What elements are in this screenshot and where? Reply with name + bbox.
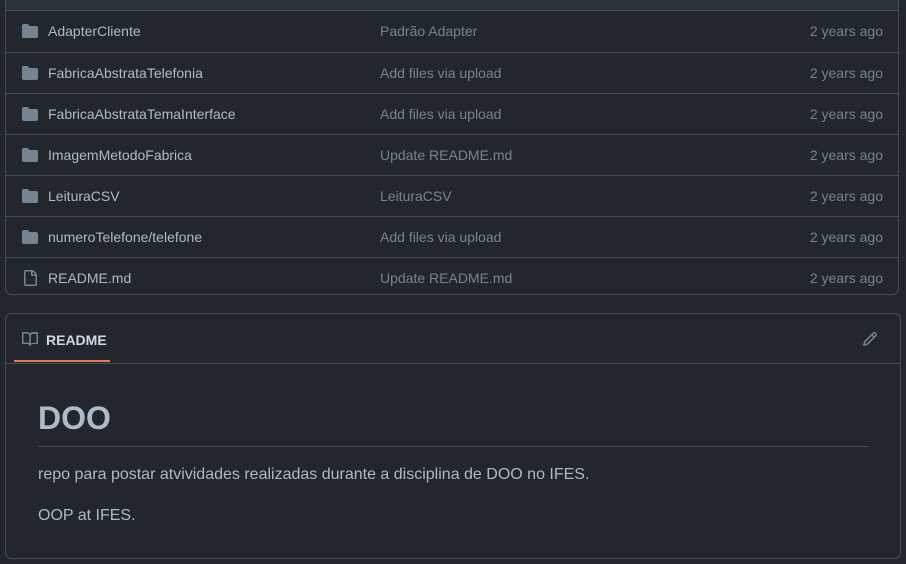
folder-link[interactable]: numeroTelefone/telefone (48, 229, 202, 245)
file-link[interactable]: README.md (48, 270, 131, 286)
readme-panel: README DOO repo para postar atvividades … (5, 313, 901, 559)
file-row[interactable]: FabricaAbstrataTelefonia Add files via up… (6, 52, 898, 93)
pencil-icon[interactable] (862, 331, 878, 347)
file-row[interactable]: ImagemMetodoFabrica Update README.md 2 yea… (6, 134, 898, 175)
commit-age: 2 years ago (809, 65, 883, 81)
readme-tab-label: README (46, 332, 107, 348)
file-row[interactable]: FabricaAbstrataTemaInterface Add files vi… (6, 93, 898, 134)
folder-icon (22, 148, 38, 162)
commit-message-link[interactable]: Add files via upload (380, 106, 501, 122)
folder-icon (22, 230, 38, 244)
file-row[interactable]: AdapterCliente Padrão Adapter 2 years ago (6, 11, 898, 52)
file-row[interactable]: README.md Update README.md 2 years ago (6, 257, 898, 294)
commit-age: 2 years ago (809, 188, 883, 204)
folder-link[interactable]: AdapterCliente (48, 23, 141, 39)
commit-age: 2 years ago (809, 23, 883, 39)
folder-link[interactable]: FabricaAbstrataTelefonia (48, 65, 203, 81)
folder-icon (22, 189, 38, 203)
file-list: AdapterCliente Padrão Adapter 2 years ago F… (5, 0, 899, 295)
file-icon (24, 270, 37, 286)
readme-header: README (6, 314, 900, 364)
file-list-header (6, 0, 898, 11)
readme-heading: DOO (38, 398, 868, 447)
folder-icon (22, 66, 38, 80)
folder-icon (22, 24, 38, 38)
commit-age: 2 years ago (809, 106, 883, 122)
readme-paragraph: OOP at IFES. (38, 507, 136, 524)
folder-link[interactable]: FabricaAbstrataTemaInterface (48, 106, 236, 122)
readme-tab[interactable]: README (14, 314, 110, 362)
commit-message-link[interactable]: Padrão Adapter (380, 23, 477, 39)
file-rows: AdapterCliente Padrão Adapter 2 years ago F… (6, 11, 898, 294)
commit-age: 2 years ago (809, 147, 883, 163)
book-icon (22, 332, 38, 347)
folder-icon (22, 107, 38, 121)
commit-message-link[interactable]: Add files via upload (380, 65, 501, 81)
file-row[interactable]: LeituraCSV LeituraCSV 2 years ago (6, 175, 898, 216)
folder-link[interactable]: LeituraCSV (48, 188, 120, 204)
commit-age: 2 years ago (809, 229, 883, 245)
commit-message-link[interactable]: Update README.md (380, 270, 512, 286)
file-row[interactable]: numeroTelefone/telefone Add files via upl… (6, 216, 898, 257)
commit-age: 2 years ago (809, 270, 883, 286)
commit-message-link[interactable]: Add files via upload (380, 229, 501, 245)
readme-paragraph: repo para postar atvividades realizadas … (38, 466, 590, 483)
commit-message-link[interactable]: Update README.md (380, 147, 512, 163)
commit-message-link[interactable]: LeituraCSV (380, 188, 452, 204)
folder-link[interactable]: ImagemMetodoFabrica (48, 147, 192, 163)
